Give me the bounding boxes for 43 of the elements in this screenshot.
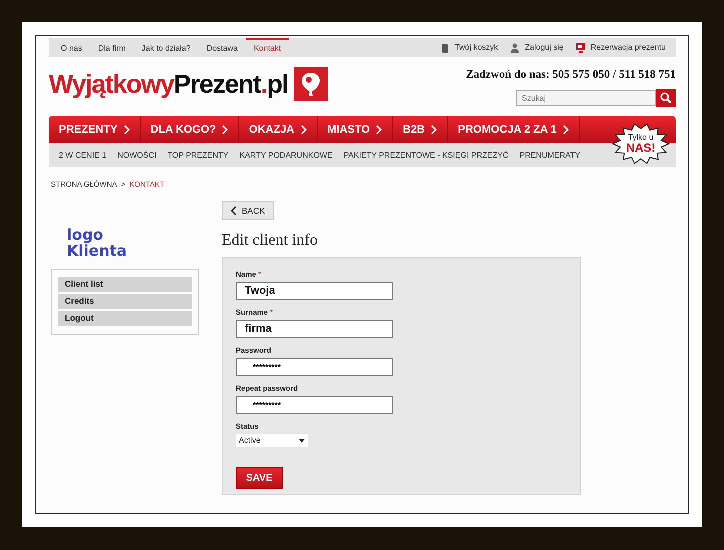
- subnav-link[interactable]: KARTY PODARUNKOWE: [240, 150, 333, 160]
- monitor-icon: [576, 42, 586, 52]
- save-button[interactable]: SAVE: [236, 467, 283, 489]
- chevron-icon: [222, 124, 228, 134]
- client-logo-text: logo Klienta: [66, 227, 128, 259]
- book-icon: [440, 42, 450, 52]
- balloon-logo-icon: [294, 67, 328, 101]
- sidebar-item[interactable]: Logout: [58, 311, 192, 326]
- page-title: Edit client info: [222, 232, 319, 250]
- top-link[interactable]: Kontakt: [246, 38, 290, 57]
- user-icon: [510, 42, 520, 52]
- status-dropdown[interactable]: Active: [236, 434, 308, 447]
- search-field[interactable]: Szukaj: [516, 90, 656, 106]
- chevron-icon: [376, 124, 382, 134]
- search-icon: [660, 92, 672, 104]
- top-action-link[interactable]: Twój koszyk: [455, 43, 498, 52]
- sidebar-item[interactable]: Client list: [58, 277, 192, 292]
- chevron-icon: [124, 124, 130, 134]
- subnav-link[interactable]: TOP PREZENTY: [168, 150, 229, 160]
- top-link[interactable]: Jak to działa?: [134, 38, 199, 57]
- phone-text: Zadzwoń do nas: 505 575 050 / 511 518 751: [466, 69, 676, 81]
- top-action-link[interactable]: Rezerwacja prezentu: [590, 43, 666, 52]
- subnav-link[interactable]: PRENUMERATY: [520, 150, 580, 160]
- chevron-icon: [431, 124, 438, 134]
- subnav-link[interactable]: PAKIETY PREZENTOWE - KSIĘGI PRZEŻYĆ: [344, 150, 509, 160]
- chevron-icon: [300, 124, 307, 134]
- site-logo-text[interactable]: WyjątkowyPrezent.pl: [49, 68, 288, 100]
- back-button[interactable]: BACK: [222, 201, 274, 220]
- input-field[interactable]: Twoja: [236, 282, 393, 300]
- top-link[interactable]: O nas: [59, 38, 90, 57]
- input-field[interactable]: *********: [236, 396, 393, 414]
- search-button[interactable]: [656, 89, 676, 107]
- top-action-link[interactable]: Zaloguj się: [525, 43, 564, 52]
- top-link[interactable]: Dla firm: [90, 38, 134, 57]
- chevron-icon: [562, 124, 569, 134]
- subnav-link[interactable]: 2 W CENIE 1: [59, 150, 107, 160]
- top-link[interactable]: Dostawa: [198, 38, 246, 57]
- sidebar-item[interactable]: Credits: [58, 294, 192, 309]
- input-field[interactable]: *********: [236, 358, 393, 376]
- subnav-link[interactable]: NOWOŚCI: [118, 150, 157, 160]
- input-field[interactable]: firma: [236, 320, 393, 338]
- chevron-icon: [231, 206, 237, 216]
- caret-icon: [299, 438, 305, 442]
